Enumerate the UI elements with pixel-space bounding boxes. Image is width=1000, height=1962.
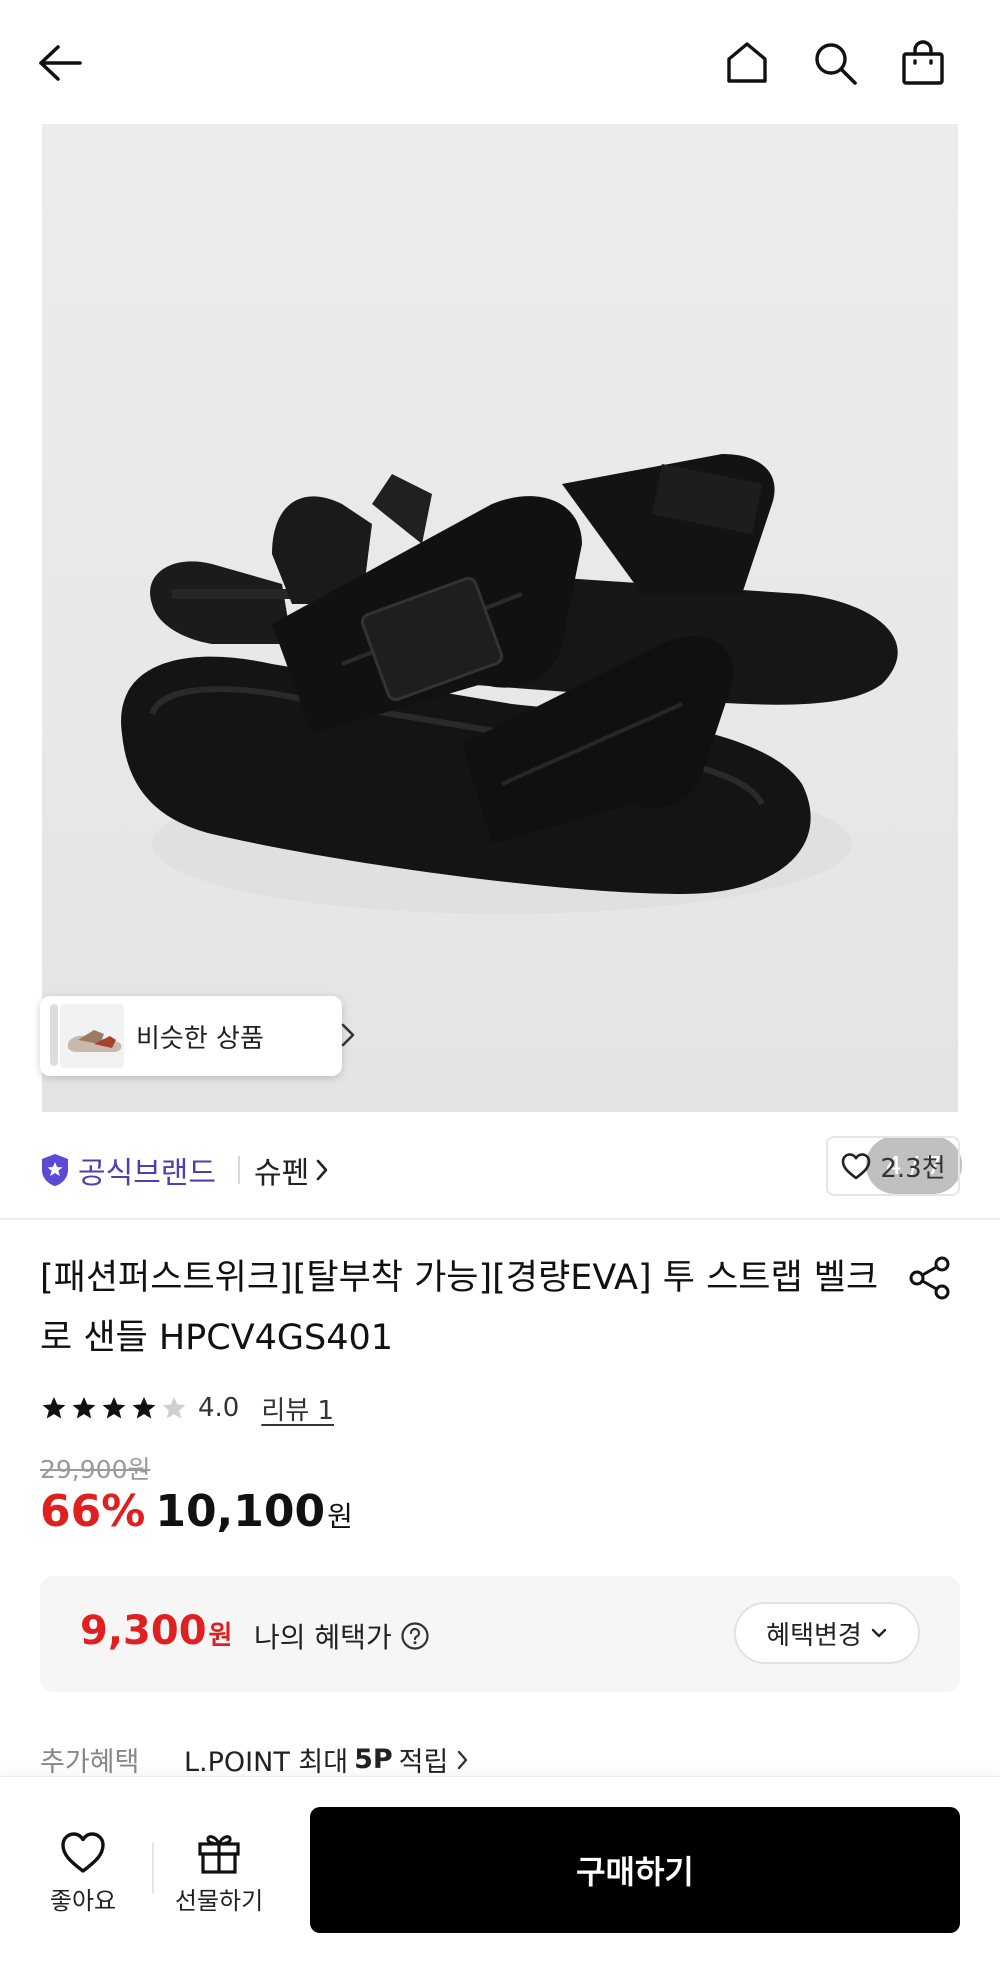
chevron-down-icon xyxy=(871,1628,887,1638)
star-empty-icon xyxy=(162,1396,186,1419)
star-filled-icon xyxy=(132,1396,156,1419)
similar-product-thumbnail xyxy=(58,1002,126,1070)
similar-product-thumbnails xyxy=(40,996,132,1076)
brand-row: 공식브랜드 슈펜 2.3천 xyxy=(0,1112,1000,1220)
share-icon[interactable] xyxy=(900,1248,960,1308)
extra-benefit-label: 추가혜택 xyxy=(40,1747,140,1778)
price-row: 66% 10,100 원 xyxy=(40,1486,353,1537)
chevron-right-icon xyxy=(458,1750,468,1769)
official-brand-label: 공식브랜드 xyxy=(78,1156,216,1191)
star-filled-icon xyxy=(72,1396,96,1419)
extra-benefit-text: L.POINT 최대 5P 적립 xyxy=(184,1740,470,1779)
shopping-bag-icon[interactable] xyxy=(888,28,958,98)
brand-like-button[interactable]: 2.3천 xyxy=(826,1136,960,1196)
sale-price: 10,100 xyxy=(155,1486,326,1537)
star-shield-icon xyxy=(42,1154,68,1186)
gift-icon xyxy=(198,1835,240,1874)
sale-price-currency: 원 xyxy=(327,1500,353,1533)
original-price: 29,900원 xyxy=(40,1455,151,1484)
benefit-label-text: 나의 혜택가 xyxy=(254,1621,392,1654)
like-label: 좋아요 xyxy=(49,1887,117,1915)
buy-button[interactable]: 구매하기 xyxy=(310,1807,960,1933)
benefit-change-button[interactable]: 혜택변경 xyxy=(734,1602,920,1664)
discount-rate: 66% xyxy=(40,1486,146,1537)
extra-benefit-prefix: L.POINT 최대 xyxy=(184,1747,349,1778)
review-link[interactable]: 리뷰 1 xyxy=(261,1390,334,1427)
product-image-gallery[interactable]: 비슷한 상품 4 / 7 xyxy=(0,124,1000,1194)
rating-stars xyxy=(40,1394,190,1422)
star-filled-icon xyxy=(102,1396,126,1419)
bottom-action-bar: 좋아요 선물하기 구매하기 xyxy=(0,1776,1000,1962)
star-filled-icon xyxy=(42,1396,66,1419)
like-count: 2.3천 xyxy=(880,1153,946,1184)
like-button[interactable]: 좋아요 xyxy=(28,1829,138,1916)
help-icon[interactable] xyxy=(400,1621,430,1651)
benefit-label: 나의 혜택가 xyxy=(254,1616,430,1656)
divider xyxy=(152,1843,154,1893)
extra-benefit-points: 5P xyxy=(354,1744,393,1775)
benefit-change-label: 혜택변경 xyxy=(766,1620,862,1651)
gift-label: 선물하기 xyxy=(174,1887,264,1915)
rating-value: 4.0 xyxy=(198,1393,240,1423)
product-title: [패션퍼스트위크][탈부착 가능][경량EVA] 투 스트랩 벨크로 샌들 HP… xyxy=(40,1258,879,1358)
extra-benefit-row[interactable]: 추가혜택 L.POINT 최대 5P 적립 xyxy=(40,1740,470,1779)
official-brand-badge: 공식브랜드 xyxy=(40,1148,216,1192)
heart-icon xyxy=(842,1153,871,1180)
brand-name: 슈펜 xyxy=(254,1156,310,1191)
chevron-right-icon xyxy=(340,1022,356,1052)
search-icon[interactable] xyxy=(800,28,870,98)
back-arrow-icon[interactable] xyxy=(24,28,94,98)
benefit-price-box: 9,300 원 나의 혜택가 혜택변경 xyxy=(40,1576,960,1692)
benefit-price-value: 9,300 xyxy=(80,1608,207,1654)
similar-products-label: 비슷한 상품 xyxy=(136,1024,264,1054)
extra-benefit-suffix: 적립 xyxy=(398,1747,449,1778)
chevron-right-icon xyxy=(316,1159,328,1181)
home-icon[interactable] xyxy=(712,28,782,98)
sandal-product-image xyxy=(121,454,898,914)
gift-button[interactable]: 선물하기 xyxy=(164,1829,274,1916)
benefit-price: 9,300 원 xyxy=(80,1608,232,1654)
divider xyxy=(238,1156,240,1184)
brand-name-link[interactable]: 슈펜 xyxy=(254,1148,329,1192)
top-navigation-bar xyxy=(0,0,1000,124)
similar-products-button[interactable]: 비슷한 상품 xyxy=(40,996,355,1076)
benefit-price-currency: 원 xyxy=(208,1621,233,1651)
heart-icon xyxy=(61,1832,105,1873)
rating-row: 4.0 리뷰 1 xyxy=(40,1388,334,1428)
